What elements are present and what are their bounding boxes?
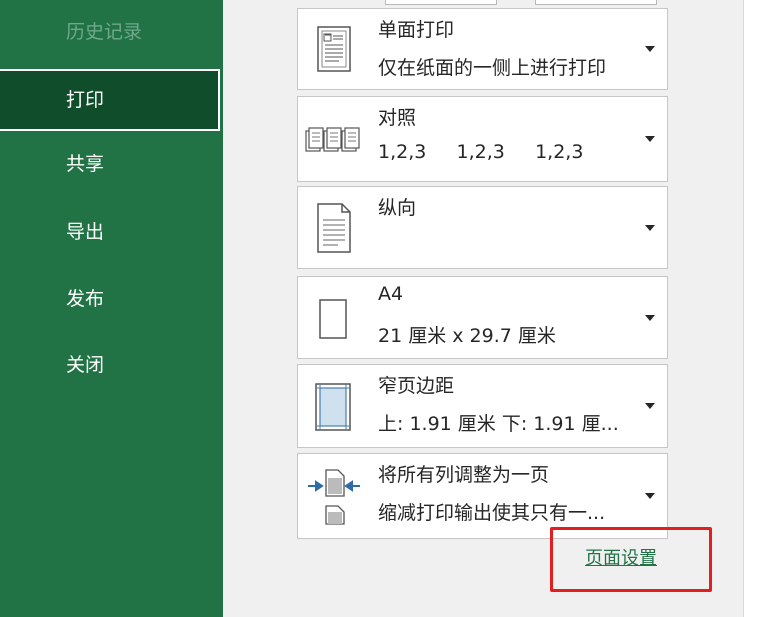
collated-pages-icon	[305, 127, 360, 152]
nav-export[interactable]: 导出	[0, 202, 223, 262]
collate-dropdown[interactable]: 对照 1,2,3 1,2,3 1,2,3	[297, 96, 668, 182]
sides-subtitle: 仅在纸面的一侧上进行打印	[378, 57, 607, 79]
chevron-down-icon	[645, 403, 655, 409]
paper-size-subtitle: 21 厘米 x 29.7 厘米	[378, 325, 556, 347]
margins-dropdown[interactable]: 窄页边距 上: 1.91 厘米 下: 1.91 厘...	[297, 364, 668, 448]
fit-columns-icon	[308, 469, 360, 525]
paper-size-icon	[319, 298, 347, 339]
scaling-subtitle: 缩减打印输出使其只有一...	[378, 502, 606, 524]
nav-print[interactable]: 打印	[0, 69, 220, 131]
portrait-page-icon	[317, 202, 351, 253]
chevron-down-icon	[645, 46, 655, 52]
margins-title: 窄页边距	[378, 375, 455, 397]
margins-icon	[315, 383, 351, 431]
paper-size-dropdown[interactable]: A4 21 厘米 x 29.7 厘米	[297, 276, 668, 359]
nav-close[interactable]: 关闭	[0, 335, 223, 395]
nav-publish[interactable]: 发布	[0, 269, 223, 329]
collate-title: 对照	[378, 107, 417, 129]
annotation-highlight-box	[550, 527, 712, 592]
chevron-down-icon	[645, 224, 655, 231]
sides-dropdown[interactable]: 单面打印 仅在纸面的一侧上进行打印	[297, 8, 668, 90]
scaling-title: 将所有列调整为一页	[378, 464, 550, 486]
margins-subtitle: 上: 1.91 厘米 下: 1.91 厘...	[378, 413, 619, 435]
chevron-down-icon	[645, 136, 655, 142]
backstage-sidebar: 历史记录 打印 共享 导出 发布 关闭	[0, 0, 223, 617]
sides-title: 单面打印	[378, 19, 455, 41]
orientation-dropdown[interactable]: 纵向	[297, 186, 668, 269]
preview-area-edge	[743, 0, 781, 617]
top-button-stub[interactable]	[385, 0, 497, 5]
nav-history[interactable]: 历史记录	[0, 2, 223, 62]
collate-subtitle: 1,2,3 1,2,3 1,2,3	[378, 141, 584, 163]
top-button-stub[interactable]	[535, 0, 657, 5]
chevron-down-icon	[645, 314, 655, 321]
chevron-down-icon	[645, 493, 655, 499]
nav-share[interactable]: 共享	[0, 134, 223, 194]
orientation-title: 纵向	[378, 197, 417, 219]
paper-size-title: A4	[378, 283, 404, 305]
single-sided-page-icon	[317, 26, 351, 72]
